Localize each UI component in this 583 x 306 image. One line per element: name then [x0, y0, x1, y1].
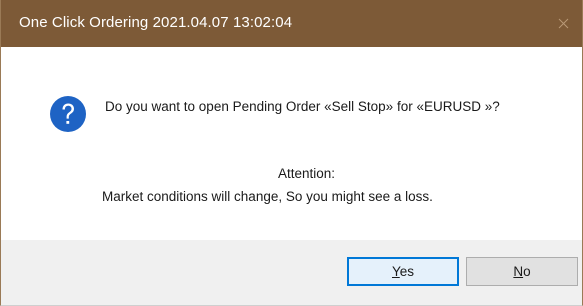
no-button[interactable]: No	[466, 257, 578, 286]
yes-button[interactable]: Yes	[347, 257, 459, 286]
title-bar[interactable]: One Click Ordering 2021.04.07 13:02:04	[1, 0, 582, 47]
dialog-content: Do you want to open Pending Order «Sell …	[1, 47, 582, 240]
close-button[interactable]	[548, 8, 578, 38]
button-bar: Yes No	[1, 240, 582, 305]
attention-text: Market conditions will change, So you mi…	[102, 189, 433, 204]
attention-title: Attention:	[277, 166, 336, 181]
question-icon	[50, 96, 86, 132]
dialog-message: Do you want to open Pending Order «Sell …	[105, 99, 500, 114]
no-button-label: No	[513, 264, 531, 279]
window-title: One Click Ordering 2021.04.07 13:02:04	[19, 14, 293, 31]
yes-button-label: Yes	[391, 264, 415, 279]
close-icon	[558, 18, 568, 28]
confirm-dialog: One Click Ordering 2021.04.07 13:02:04 D…	[0, 0, 583, 306]
